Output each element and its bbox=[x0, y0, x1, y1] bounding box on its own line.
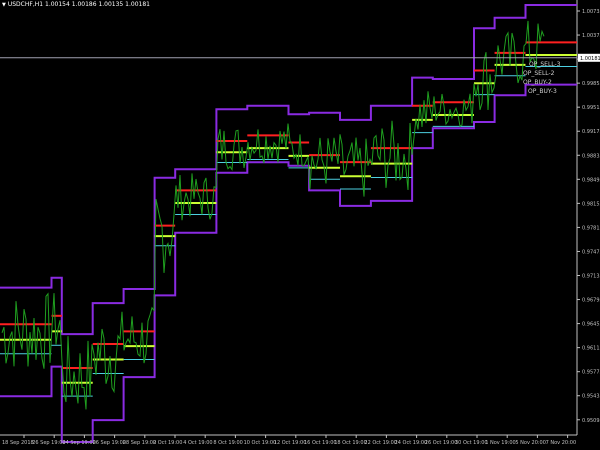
time-tick-label: 26 Oct 19:00 bbox=[425, 440, 458, 446]
price-tick-label: 0.96795 bbox=[582, 298, 600, 304]
price-tick-label: 0.96455 bbox=[582, 322, 600, 328]
price-tick-label: 0.95095 bbox=[582, 418, 600, 424]
chart-header: ▼ USDCHF,H1 1.00154 1.00186 1.00135 1.001… bbox=[2, 1, 150, 8]
level-label: OP_BUY-2 bbox=[523, 79, 552, 86]
time-tick-label: 24 Sep 19:00 bbox=[62, 440, 95, 446]
time-tick-label: 18 Oct 19:00 bbox=[334, 440, 367, 446]
price-tick-label: 0.97815 bbox=[582, 225, 600, 231]
price-tick-label: 0.97135 bbox=[582, 274, 600, 280]
time-tick-label: 10 Oct 19:00 bbox=[244, 440, 277, 446]
price-tick-label: 0.99515 bbox=[582, 105, 600, 111]
price-tick-label: 0.95435 bbox=[582, 394, 600, 400]
upper-envelope bbox=[0, 4, 577, 336]
price-tick-label: 0.97475 bbox=[582, 249, 600, 255]
current-price-label: 1.00181 bbox=[580, 56, 600, 62]
symbol-timeframe: USDCHF,H1 bbox=[7, 1, 44, 8]
time-tick-label: 24 Oct 19:00 bbox=[395, 440, 428, 446]
level-label: OP_BUY-3 bbox=[528, 88, 557, 95]
level-label: OP_SELL-3 bbox=[529, 61, 561, 68]
time-tick-label: 1 Nov 19:00 bbox=[485, 440, 516, 446]
price-tick-label: 0.98495 bbox=[582, 177, 600, 183]
price-chart[interactable]: 1.007351.003751.002030.998550.995150.991… bbox=[0, 0, 600, 450]
chart-window[interactable]: 1.007351.003751.002030.998550.995150.991… bbox=[0, 0, 600, 450]
dropdown-arrow-icon[interactable]: ▼ bbox=[2, 2, 6, 8]
time-tick-label: 12 Oct 19:00 bbox=[274, 440, 307, 446]
price-tick-label: 0.98155 bbox=[582, 201, 600, 207]
time-tick-label: 16 Oct 19:00 bbox=[304, 440, 337, 446]
time-tick-label: 18 Sep 2018 bbox=[2, 440, 34, 446]
time-tick-label: 4 Oct 19:00 bbox=[183, 440, 212, 446]
time-tick-label: 26 Sep 19:00 bbox=[93, 440, 126, 446]
time-tick-label: 7 Nov 20:00 bbox=[546, 440, 577, 446]
ohlc-values: 1.00154 1.00186 1.00135 1.00181 bbox=[45, 1, 150, 8]
price-tick-label: 0.99175 bbox=[582, 129, 600, 135]
time-tick-label: 22 Oct 19:00 bbox=[364, 440, 397, 446]
price-tick-label: 0.99855 bbox=[582, 81, 600, 87]
time-tick-label: 8 Oct 19:00 bbox=[213, 440, 242, 446]
time-tick-label: 26 Sep 19:00 bbox=[32, 440, 65, 446]
time-tick-label: 28 Sep 19:00 bbox=[123, 440, 156, 446]
level-label: OP_SELL-2 bbox=[523, 70, 555, 77]
price-tick-label: 1.00375 bbox=[582, 33, 600, 39]
price-tick-label: 0.95775 bbox=[582, 370, 600, 376]
time-tick-label: 30 Oct 19:00 bbox=[455, 440, 488, 446]
time-tick-label: 5 Nov 20:00 bbox=[515, 440, 546, 446]
time-tick-label: 2 Oct 19:00 bbox=[153, 440, 182, 446]
price-tick-label: 0.96115 bbox=[582, 346, 600, 352]
price-tick-label: 0.98835 bbox=[582, 153, 600, 159]
price-tick-label: 1.00735 bbox=[582, 9, 600, 15]
